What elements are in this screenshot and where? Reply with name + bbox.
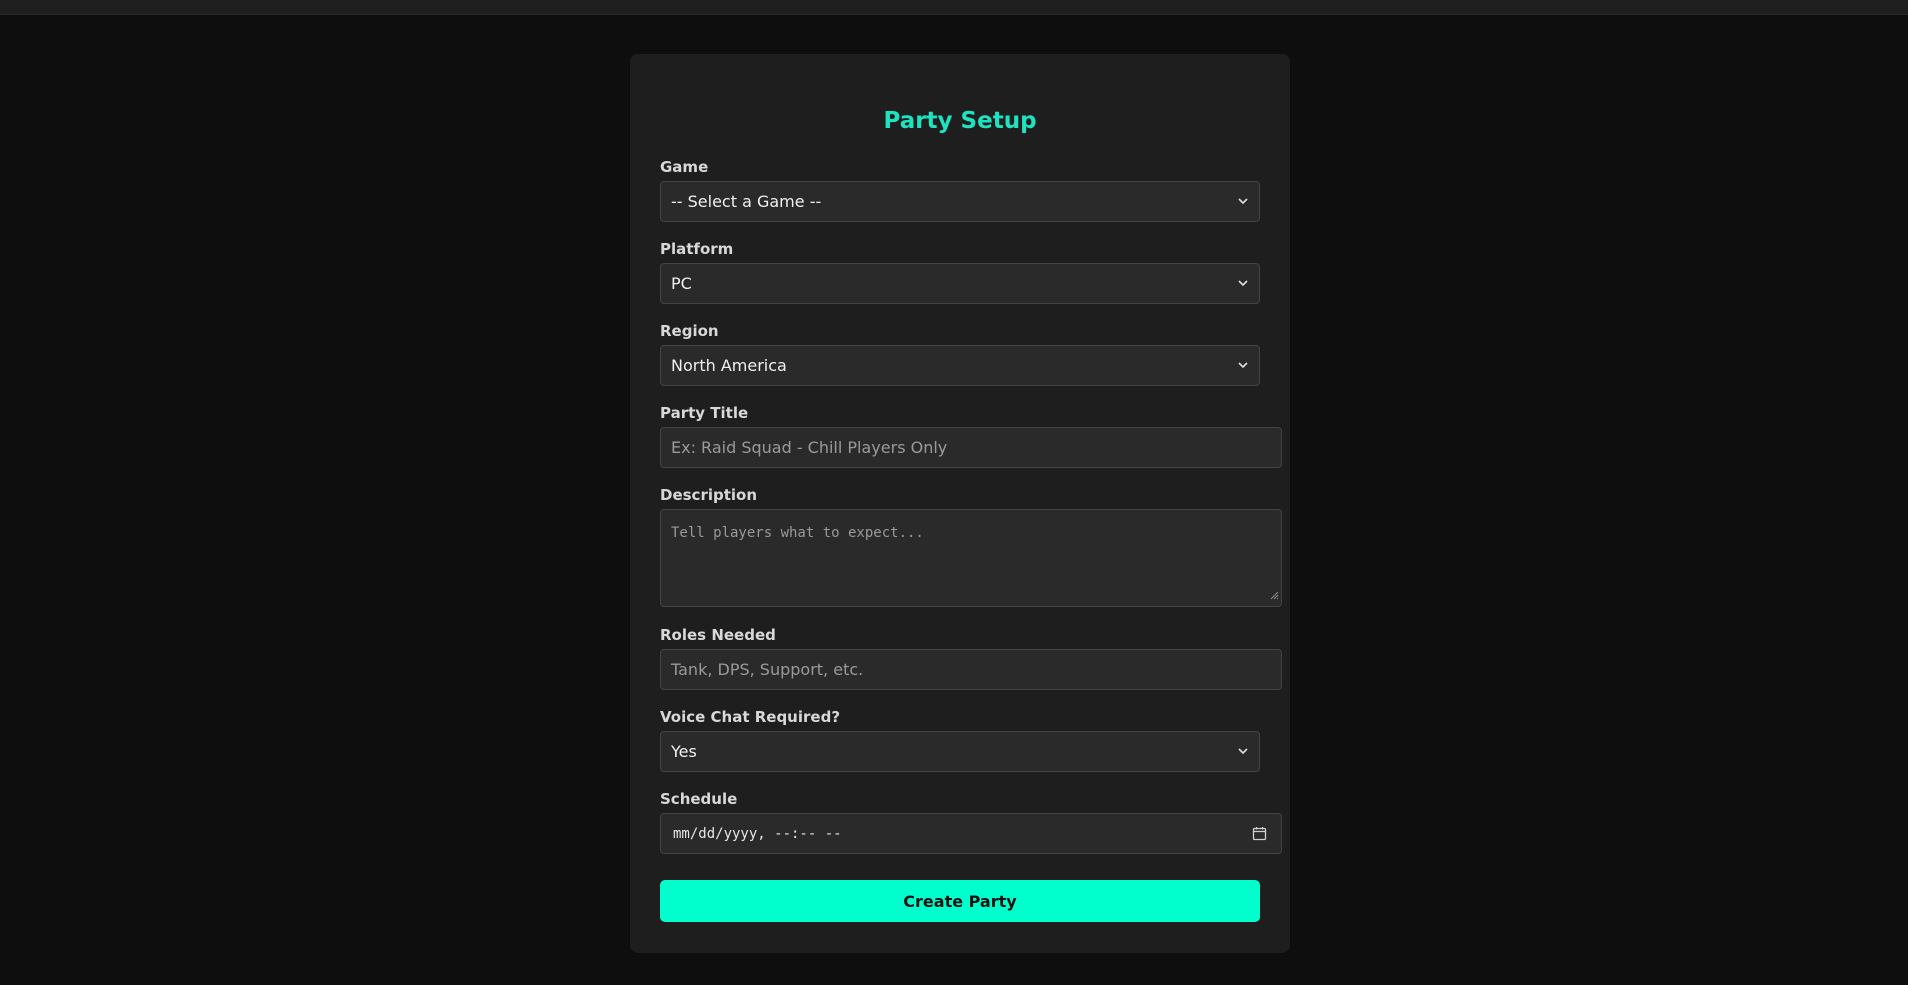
game-select-value: -- Select a Game -- xyxy=(671,192,822,211)
resize-grip-icon[interactable] xyxy=(1269,585,1279,604)
voice-chat-select[interactable]: Yes xyxy=(660,731,1260,772)
platform-select-value: PC xyxy=(671,274,692,293)
party-title-input[interactable]: Ex: Raid Squad - Chill Players Only xyxy=(660,427,1282,468)
voice-chat-label: Voice Chat Required? xyxy=(660,708,841,726)
description-placeholder: Tell players what to expect... xyxy=(671,525,924,541)
party-title-label: Party Title xyxy=(660,404,749,422)
region-select-value: North America xyxy=(671,356,787,375)
chevron-down-icon xyxy=(1233,356,1253,376)
chevron-down-icon xyxy=(1233,274,1253,294)
chevron-down-icon xyxy=(1233,192,1253,212)
roles-placeholder: Tank, DPS, Support, etc. xyxy=(671,660,864,679)
game-label: Game xyxy=(660,158,709,176)
schedule-label: Schedule xyxy=(660,790,738,808)
roles-input[interactable]: Tank, DPS, Support, etc. xyxy=(660,649,1282,690)
chevron-down-icon xyxy=(1233,742,1253,762)
region-select[interactable]: North America xyxy=(660,345,1260,386)
schedule-datetime-input[interactable]: mm/dd/yyyy, --:-- -- xyxy=(660,813,1282,854)
roles-label: Roles Needed xyxy=(660,626,776,644)
description-textarea[interactable]: Tell players what to expect... xyxy=(660,509,1282,607)
platform-select[interactable]: PC xyxy=(660,263,1260,304)
platform-label: Platform xyxy=(660,240,734,258)
party-setup-card: Party Setup Game -- Select a Game -- Pla… xyxy=(630,54,1290,953)
page-title: Party Setup xyxy=(883,108,1037,134)
schedule-value: mm/dd/yyyy, --:-- -- xyxy=(673,825,842,842)
browser-top-bar xyxy=(0,0,1908,15)
party-title-placeholder: Ex: Raid Squad - Chill Players Only xyxy=(671,438,948,457)
game-select[interactable]: -- Select a Game -- xyxy=(660,181,1260,222)
create-party-button[interactable]: Create Party xyxy=(660,880,1260,922)
description-label: Description xyxy=(660,486,758,504)
voice-chat-select-value: Yes xyxy=(671,742,697,761)
region-label: Region xyxy=(660,322,719,340)
calendar-icon[interactable] xyxy=(1249,824,1269,844)
